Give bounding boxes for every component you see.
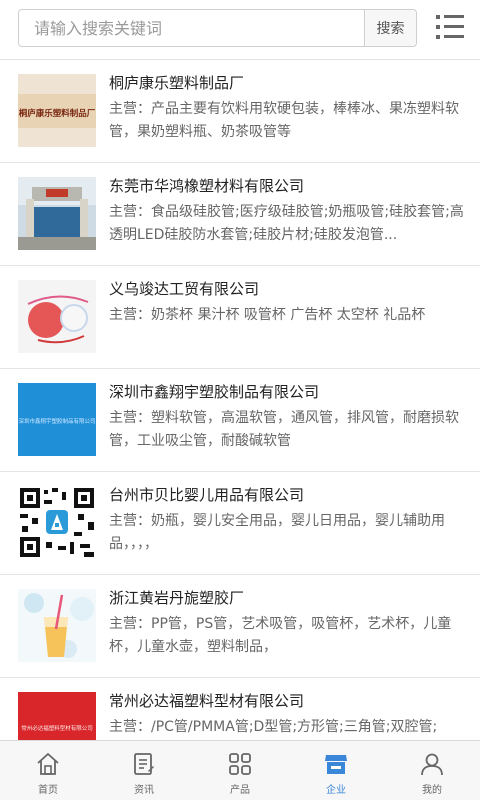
company-item[interactable]: 桐庐康乐塑料制品厂 桐庐康乐塑料制品厂 主营：产品主要有饮料用软硬包装，棒棒冰、… [0, 60, 480, 163]
thumb-text: 常州必达福塑料型材有限公司 [21, 724, 93, 732]
tab-home[interactable]: 首页 [0, 741, 96, 800]
thumb-text: 深圳市鑫翔宇塑胶制品有限公司 [18, 417, 95, 425]
bottom-tab-bar: 首页 资讯 产品 企业 我的 [0, 740, 480, 800]
company-name[interactable]: 台州市贝比婴儿用品有限公司 [109, 484, 304, 505]
qr-code-image [18, 486, 96, 559]
company-desc: 主营：产品主要有饮料用软硬包装，棒棒冰、果冻塑料软管，果奶塑料瓶、奶茶吸管等 [109, 101, 459, 140]
company-name[interactable]: 桐庐康乐塑料制品厂 [109, 72, 244, 93]
company-name[interactable]: 常州必达福塑料型材有限公司 [109, 690, 304, 711]
header: 搜索 [0, 0, 480, 60]
company-name[interactable]: 东莞市华鸿橡塑材料有限公司 [109, 175, 304, 196]
tab-products[interactable]: 产品 [192, 741, 288, 800]
company-thumbnail: 常州必达福塑料型材有限公司 [18, 692, 96, 740]
tab-label: 资讯 [134, 785, 154, 796]
company-item[interactable]: 义乌竣达工贸有限公司 主营：奶茶杯 果汁杯 吸管杯 广告杯 太空杯 礼品杯 [0, 266, 480, 369]
menu-list-icon[interactable] [436, 14, 464, 40]
search-input[interactable] [19, 10, 364, 46]
company-thumbnail: 深圳市鑫翔宇塑胶制品有限公司 [18, 383, 96, 456]
tab-label: 我的 [422, 785, 442, 796]
company-item[interactable]: 常州必达福塑料型材有限公司 常州必达福塑料型材有限公司 主营：/PC管/PMMA… [0, 678, 480, 740]
tab-news[interactable]: 资讯 [96, 741, 192, 800]
shop-icon [325, 755, 347, 774]
company-list: 桐庐康乐塑料制品厂 桐庐康乐塑料制品厂 主营：产品主要有饮料用软硬包装，棒棒冰、… [0, 60, 480, 740]
company-thumbnail [18, 589, 96, 662]
company-name[interactable]: 浙江黄岩丹旎塑胶厂 [109, 587, 244, 608]
search-button[interactable]: 搜索 [364, 10, 416, 46]
company-thumbnail [18, 280, 96, 353]
company-desc: 主营：/PC管/PMMA管;D型管;方形管;三角管;双腔管; [109, 719, 438, 735]
company-desc: 主营：食品级硅胶管;医疗级硅胶管;奶瓶吸管;硅胶套管;高透明LED硅胶防水套管;… [109, 204, 464, 243]
company-desc: 主营：PP管，PS管，艺术吸管，吸管杯，艺术杯，儿童杯，儿童水壶，塑料制品， [109, 616, 452, 655]
tab-mine[interactable]: 我的 [384, 741, 480, 800]
tab-enterprise[interactable]: 企业 [288, 741, 384, 800]
user-icon [421, 753, 443, 776]
company-item[interactable]: 东莞市华鸿橡塑材料有限公司 主营：食品级硅胶管;医疗级硅胶管;奶瓶吸管;硅胶套管… [0, 163, 480, 266]
company-item[interactable]: 浙江黄岩丹旎塑胶厂 主营：PP管，PS管，艺术吸管，吸管杯，艺术杯，儿童杯，儿童… [0, 575, 480, 678]
company-item[interactable]: 台州市贝比婴儿用品有限公司 主营：奶瓶，婴儿安全用品，婴儿日用品，婴儿辅助用品，… [0, 472, 480, 575]
home-icon [37, 753, 59, 775]
company-desc: 主营：奶瓶，婴儿安全用品，婴儿日用品，婴儿辅助用品，，，， [109, 513, 445, 552]
thumb-text: 桐庐康乐塑料制品厂 [19, 108, 96, 119]
tab-label: 企业 [326, 785, 346, 796]
tab-label: 产品 [230, 785, 250, 796]
news-icon [134, 753, 154, 775]
company-name[interactable]: 义乌竣达工贸有限公司 [109, 278, 259, 299]
company-desc: 主营：塑料软管，高温软管，通风管，排风管，耐磨损软管，工业吸尘管，耐酸碱软管 [109, 410, 459, 449]
company-desc: 主营：奶茶杯 果汁杯 吸管杯 广告杯 太空杯 礼品杯 [109, 307, 426, 323]
search-box: 搜索 [18, 9, 417, 47]
company-name[interactable]: 深圳市鑫翔宇塑胶制品有限公司 [109, 381, 319, 402]
tab-label: 首页 [38, 785, 58, 796]
company-thumbnail: 桐庐康乐塑料制品厂 [18, 74, 96, 147]
grid-icon [229, 753, 251, 775]
company-item[interactable]: 深圳市鑫翔宇塑胶制品有限公司 深圳市鑫翔宇塑胶制品有限公司 主营：塑料软管，高温… [0, 369, 480, 472]
company-thumbnail [18, 177, 96, 250]
